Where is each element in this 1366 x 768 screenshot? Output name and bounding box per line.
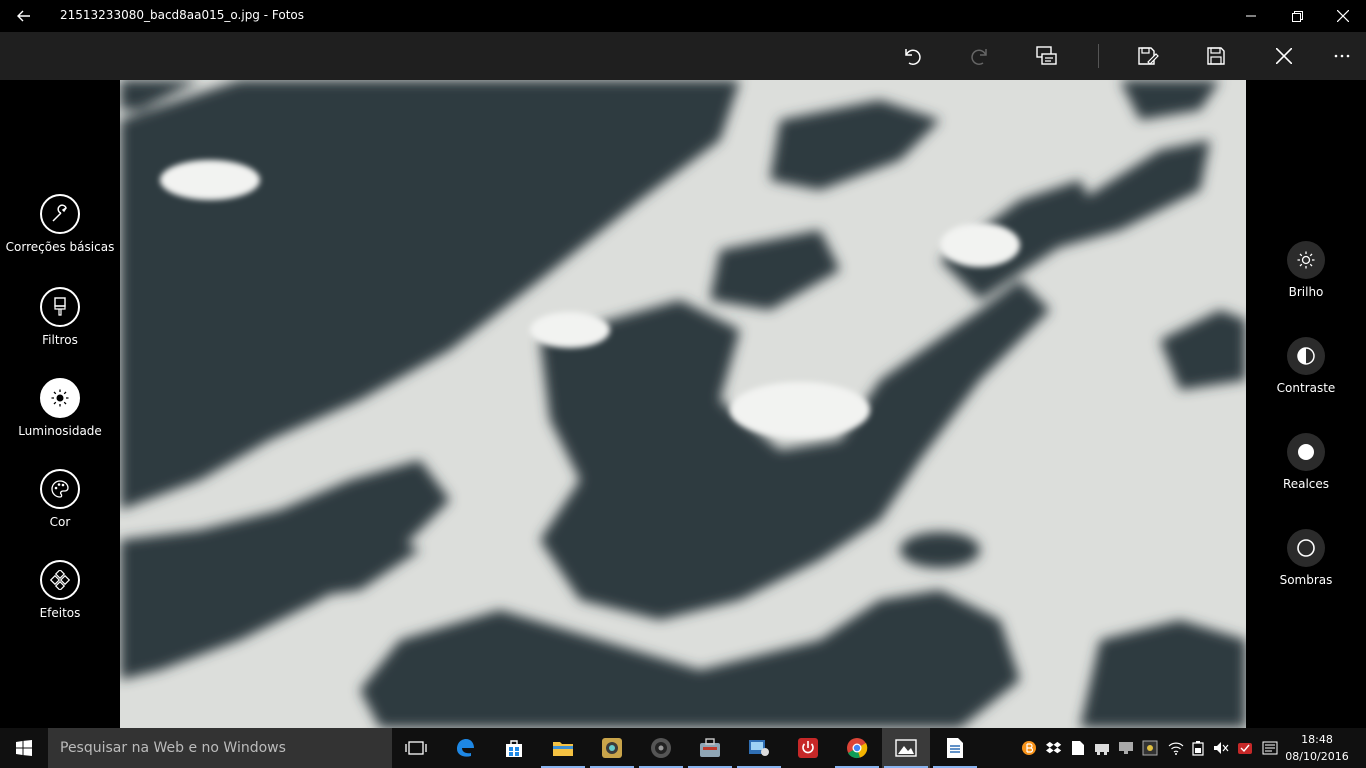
adjust-contrast[interactable]: Contraste xyxy=(1246,337,1366,395)
tool-label: Efeitos xyxy=(39,606,81,620)
tray-file-icon[interactable] xyxy=(1070,740,1086,756)
document-icon xyxy=(947,738,963,758)
minimize-icon xyxy=(1246,15,1256,17)
taskbar-app-speaker[interactable] xyxy=(637,728,685,768)
photo-preview[interactable] xyxy=(120,80,1246,728)
search-box[interactable]: Pesquisar na Web e no Windows xyxy=(48,728,392,768)
undo-button[interactable] xyxy=(892,40,932,72)
compare-icon xyxy=(1036,46,1057,65)
save-icon xyxy=(1207,47,1225,65)
taskbar-app-utility[interactable] xyxy=(686,728,734,768)
undo-icon xyxy=(905,49,921,65)
wrench-icon xyxy=(40,194,80,234)
taskbar-app-chrome[interactable] xyxy=(833,728,881,768)
palette-icon xyxy=(40,469,80,509)
tool-label: Cor xyxy=(49,515,71,529)
taskbar-app-store[interactable] xyxy=(490,728,538,768)
input-language-icon[interactable] xyxy=(1262,740,1278,756)
adjust-brightness[interactable]: Brilho xyxy=(1246,241,1366,299)
restore-icon xyxy=(1291,10,1303,22)
taskbar-app-explorer[interactable] xyxy=(539,728,587,768)
window-title: 21513233080_bacd8aa015_o.jpg - Fotos xyxy=(60,8,305,22)
folder-icon xyxy=(553,742,573,756)
toolbox-app-icon xyxy=(700,738,720,757)
adjust-highlights[interactable]: Realces xyxy=(1246,433,1366,491)
tray-app-icon[interactable] xyxy=(1142,740,1158,756)
search-placeholder: Pesquisar na Web e no Windows xyxy=(60,740,286,756)
task-view-icon xyxy=(405,741,427,755)
volume-muted-icon[interactable] xyxy=(1213,740,1229,756)
speaker-app-icon xyxy=(651,738,671,758)
task-view-button[interactable] xyxy=(392,728,440,768)
photos-icon xyxy=(895,739,917,757)
store-icon xyxy=(506,740,522,757)
wifi-icon[interactable] xyxy=(1168,740,1184,756)
taskbar-app-edge[interactable] xyxy=(441,728,489,768)
taskbar-app-control-panel[interactable] xyxy=(735,728,783,768)
taskbar-app-wordpad[interactable] xyxy=(931,728,979,768)
tray-network-device-icon[interactable] xyxy=(1094,740,1110,756)
clock[interactable]: 18:48 08/10/2016 xyxy=(1284,731,1350,765)
tool-filters[interactable]: Filtros xyxy=(0,287,120,347)
minimize-button[interactable] xyxy=(1228,0,1274,32)
title-bar: 21513233080_bacd8aa015_o.jpg - Fotos xyxy=(0,0,1366,32)
tool-label: Correções básicas xyxy=(5,240,115,254)
close-icon xyxy=(1276,48,1292,64)
redo-icon xyxy=(971,49,987,65)
more-options-button[interactable] xyxy=(1322,40,1362,72)
compare-button[interactable] xyxy=(1027,40,1067,72)
webcam-app-icon xyxy=(602,738,622,758)
tray-security-icon[interactable] xyxy=(1237,740,1253,756)
clock-date: 08/10/2016 xyxy=(1285,750,1349,763)
start-button[interactable] xyxy=(0,728,48,768)
back-button[interactable] xyxy=(10,4,38,28)
taskbar-app-photos[interactable] xyxy=(882,728,930,768)
tool-light[interactable]: Luminosidade xyxy=(0,378,120,438)
close-window-button[interactable] xyxy=(1320,0,1366,32)
adjust-label: Realces xyxy=(1282,477,1330,491)
tray-dropbox-icon[interactable] xyxy=(1046,740,1062,756)
adjust-shadows[interactable]: Sombras xyxy=(1246,529,1366,587)
battery-icon[interactable] xyxy=(1190,740,1206,756)
control-panel-icon xyxy=(749,740,769,756)
tool-basic-fixes[interactable]: Correções básicas xyxy=(0,194,120,254)
taskbar-app-webcam[interactable] xyxy=(588,728,636,768)
save-button[interactable] xyxy=(1196,40,1236,72)
cancel-edit-button[interactable] xyxy=(1264,40,1304,72)
taskbar-app-power[interactable] xyxy=(784,728,832,768)
redo-button[interactable] xyxy=(960,40,1000,72)
chrome-icon xyxy=(847,738,868,759)
contrast-icon xyxy=(1287,337,1325,375)
restore-button[interactable] xyxy=(1274,0,1320,32)
effects-icon xyxy=(40,560,80,600)
adjust-label: Brilho xyxy=(1288,285,1324,299)
editor-toolbar xyxy=(0,32,1366,80)
lunar-surface-image xyxy=(120,80,1246,728)
toolbar-divider xyxy=(1098,44,1099,68)
shadows-icon xyxy=(1287,529,1325,567)
close-icon xyxy=(1337,10,1349,22)
highlights-icon xyxy=(1287,433,1325,471)
adjust-label: Contraste xyxy=(1276,381,1336,395)
edge-icon xyxy=(457,739,474,757)
power-icon xyxy=(798,738,818,758)
save-copy-icon xyxy=(1138,47,1159,65)
more-icon xyxy=(1334,54,1350,58)
save-copy-button[interactable] xyxy=(1128,40,1168,72)
tool-color[interactable]: Cor xyxy=(0,469,120,529)
clock-time: 18:48 xyxy=(1301,733,1333,746)
sun-icon xyxy=(40,378,80,418)
tray-display-icon[interactable] xyxy=(1118,740,1134,756)
tool-label: Filtros xyxy=(42,333,78,347)
tool-label: Luminosidade xyxy=(18,424,102,438)
arrow-left-icon xyxy=(17,10,30,22)
brightness-icon xyxy=(1287,241,1325,279)
taskbar: Pesquisar na Web e no Windows 18:48 08/1… xyxy=(0,728,1366,768)
brush-icon xyxy=(40,287,80,327)
windows-logo-icon xyxy=(16,740,32,756)
tool-effects[interactable]: Efeitos xyxy=(0,560,120,620)
adjust-label: Sombras xyxy=(1279,573,1333,587)
tray-bitcoin-icon[interactable] xyxy=(1021,740,1037,756)
